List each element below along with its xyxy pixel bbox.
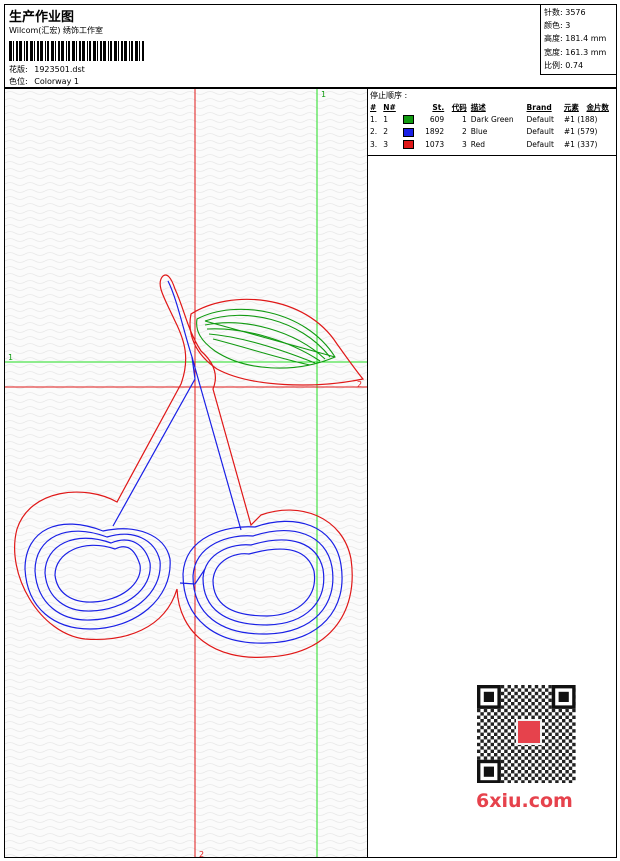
stop-sequence-title: 停止顺序 : bbox=[370, 91, 408, 100]
watermark-logo: 6xiu.com bbox=[476, 790, 573, 812]
col-sequins: 金片数 bbox=[586, 102, 609, 112]
colorway-value: Colorway 1 bbox=[34, 77, 79, 86]
design-file-label: 花版: bbox=[9, 65, 28, 74]
fabric-texture bbox=[5, 89, 367, 857]
row-index: 3. bbox=[370, 139, 378, 149]
marker-red-v: 2 bbox=[199, 850, 204, 858]
stat-height: 高度: 181.4 mm bbox=[544, 34, 607, 44]
col-code: 代码 bbox=[451, 102, 467, 112]
table-row: 1. 1 609 1 Dark Green Default #1 (188) bbox=[368, 113, 616, 126]
header-panel: 生产作业图 Wilcom(汇宏) 绣饰工作室 花版: 1923501.dst 色… bbox=[4, 4, 617, 88]
table-row: 3. 3 1073 3 Red Default #1 (337) bbox=[368, 138, 616, 151]
row-code: 1 bbox=[462, 114, 467, 124]
colorway-line: 色位: Colorway 1 bbox=[9, 76, 79, 87]
embroidery-design-area: 1 1 2 2 bbox=[4, 88, 368, 858]
row-element: #1 (188) bbox=[563, 114, 598, 124]
row-brand: Default bbox=[526, 127, 554, 137]
stat-width: 宽度: 161.3 mm bbox=[544, 47, 607, 57]
row-element: #1 (337) bbox=[563, 139, 598, 149]
col-number: N# bbox=[383, 102, 396, 112]
row-description: Dark Green bbox=[470, 114, 514, 124]
table-divider bbox=[368, 155, 616, 156]
col-index: # bbox=[370, 102, 377, 112]
color-swatch bbox=[402, 140, 414, 149]
row-code: 2 bbox=[462, 127, 467, 137]
design-file-line: 花版: 1923501.dst bbox=[9, 64, 85, 75]
barcode-icon bbox=[9, 41, 144, 61]
production-worksheet: 生产作业图 Wilcom(汇宏) 绣饰工作室 花版: 1923501.dst 色… bbox=[0, 0, 620, 861]
table-row: 2. 2 1892 2 Blue Default #1 (579) bbox=[368, 126, 616, 139]
row-index: 1. bbox=[370, 114, 378, 124]
row-description: Blue bbox=[470, 127, 488, 137]
row-stitches: 1073 bbox=[425, 139, 445, 149]
qr-code-icon bbox=[472, 683, 580, 783]
marker-green-v: 1 bbox=[321, 90, 326, 99]
col-brand: Brand bbox=[526, 102, 552, 112]
row-number: 2 bbox=[383, 127, 389, 137]
design-stats: 针数: 3576 颜色: 3 高度: 181.4 mm 宽度: 161.3 mm… bbox=[540, 5, 617, 75]
row-swatch bbox=[401, 138, 419, 151]
row-swatch bbox=[401, 126, 419, 139]
row-stitches: 609 bbox=[429, 114, 445, 124]
marker-red-h: 2 bbox=[357, 380, 362, 389]
row-brand: Default bbox=[526, 114, 554, 124]
col-element: 元素 bbox=[563, 102, 579, 112]
color-swatch bbox=[402, 115, 414, 124]
row-index: 2. bbox=[370, 127, 378, 137]
company-name: Wilcom(汇宏) 绣饰工作室 bbox=[9, 26, 104, 35]
row-brand: Default bbox=[526, 139, 554, 149]
page-title: 生产作业图 bbox=[9, 10, 75, 25]
row-element: #1 (579) bbox=[563, 127, 598, 137]
cherry-design: 1 1 2 2 bbox=[5, 89, 367, 858]
row-code: 3 bbox=[462, 139, 467, 149]
row-number: 1 bbox=[383, 114, 389, 124]
table-header-row: # N# St. 代码 描述 Brand 元素 金片数 bbox=[368, 101, 616, 113]
row-swatch bbox=[401, 113, 419, 126]
stat-scale: 比例: 0.74 bbox=[544, 60, 584, 70]
colorway-label: 色位: bbox=[9, 77, 28, 86]
row-stitches: 1892 bbox=[425, 127, 445, 137]
color-swatch bbox=[402, 127, 414, 137]
stat-stitches: 针数: 3576 bbox=[544, 8, 586, 17]
marker-green-h: 1 bbox=[8, 353, 13, 362]
row-description: Red bbox=[470, 139, 486, 149]
stat-colors: 颜色: 3 bbox=[544, 21, 571, 31]
row-number: 3 bbox=[383, 139, 389, 149]
design-file-value: 1923501.dst bbox=[34, 65, 85, 74]
stop-sequence-table: # N# St. 代码 描述 Brand 元素 金片数 1. 1 609 1 Dark … bbox=[368, 101, 616, 151]
col-stitches: St. bbox=[432, 102, 445, 112]
col-description: 描述 bbox=[470, 102, 486, 112]
col-color-swatch bbox=[401, 101, 419, 113]
